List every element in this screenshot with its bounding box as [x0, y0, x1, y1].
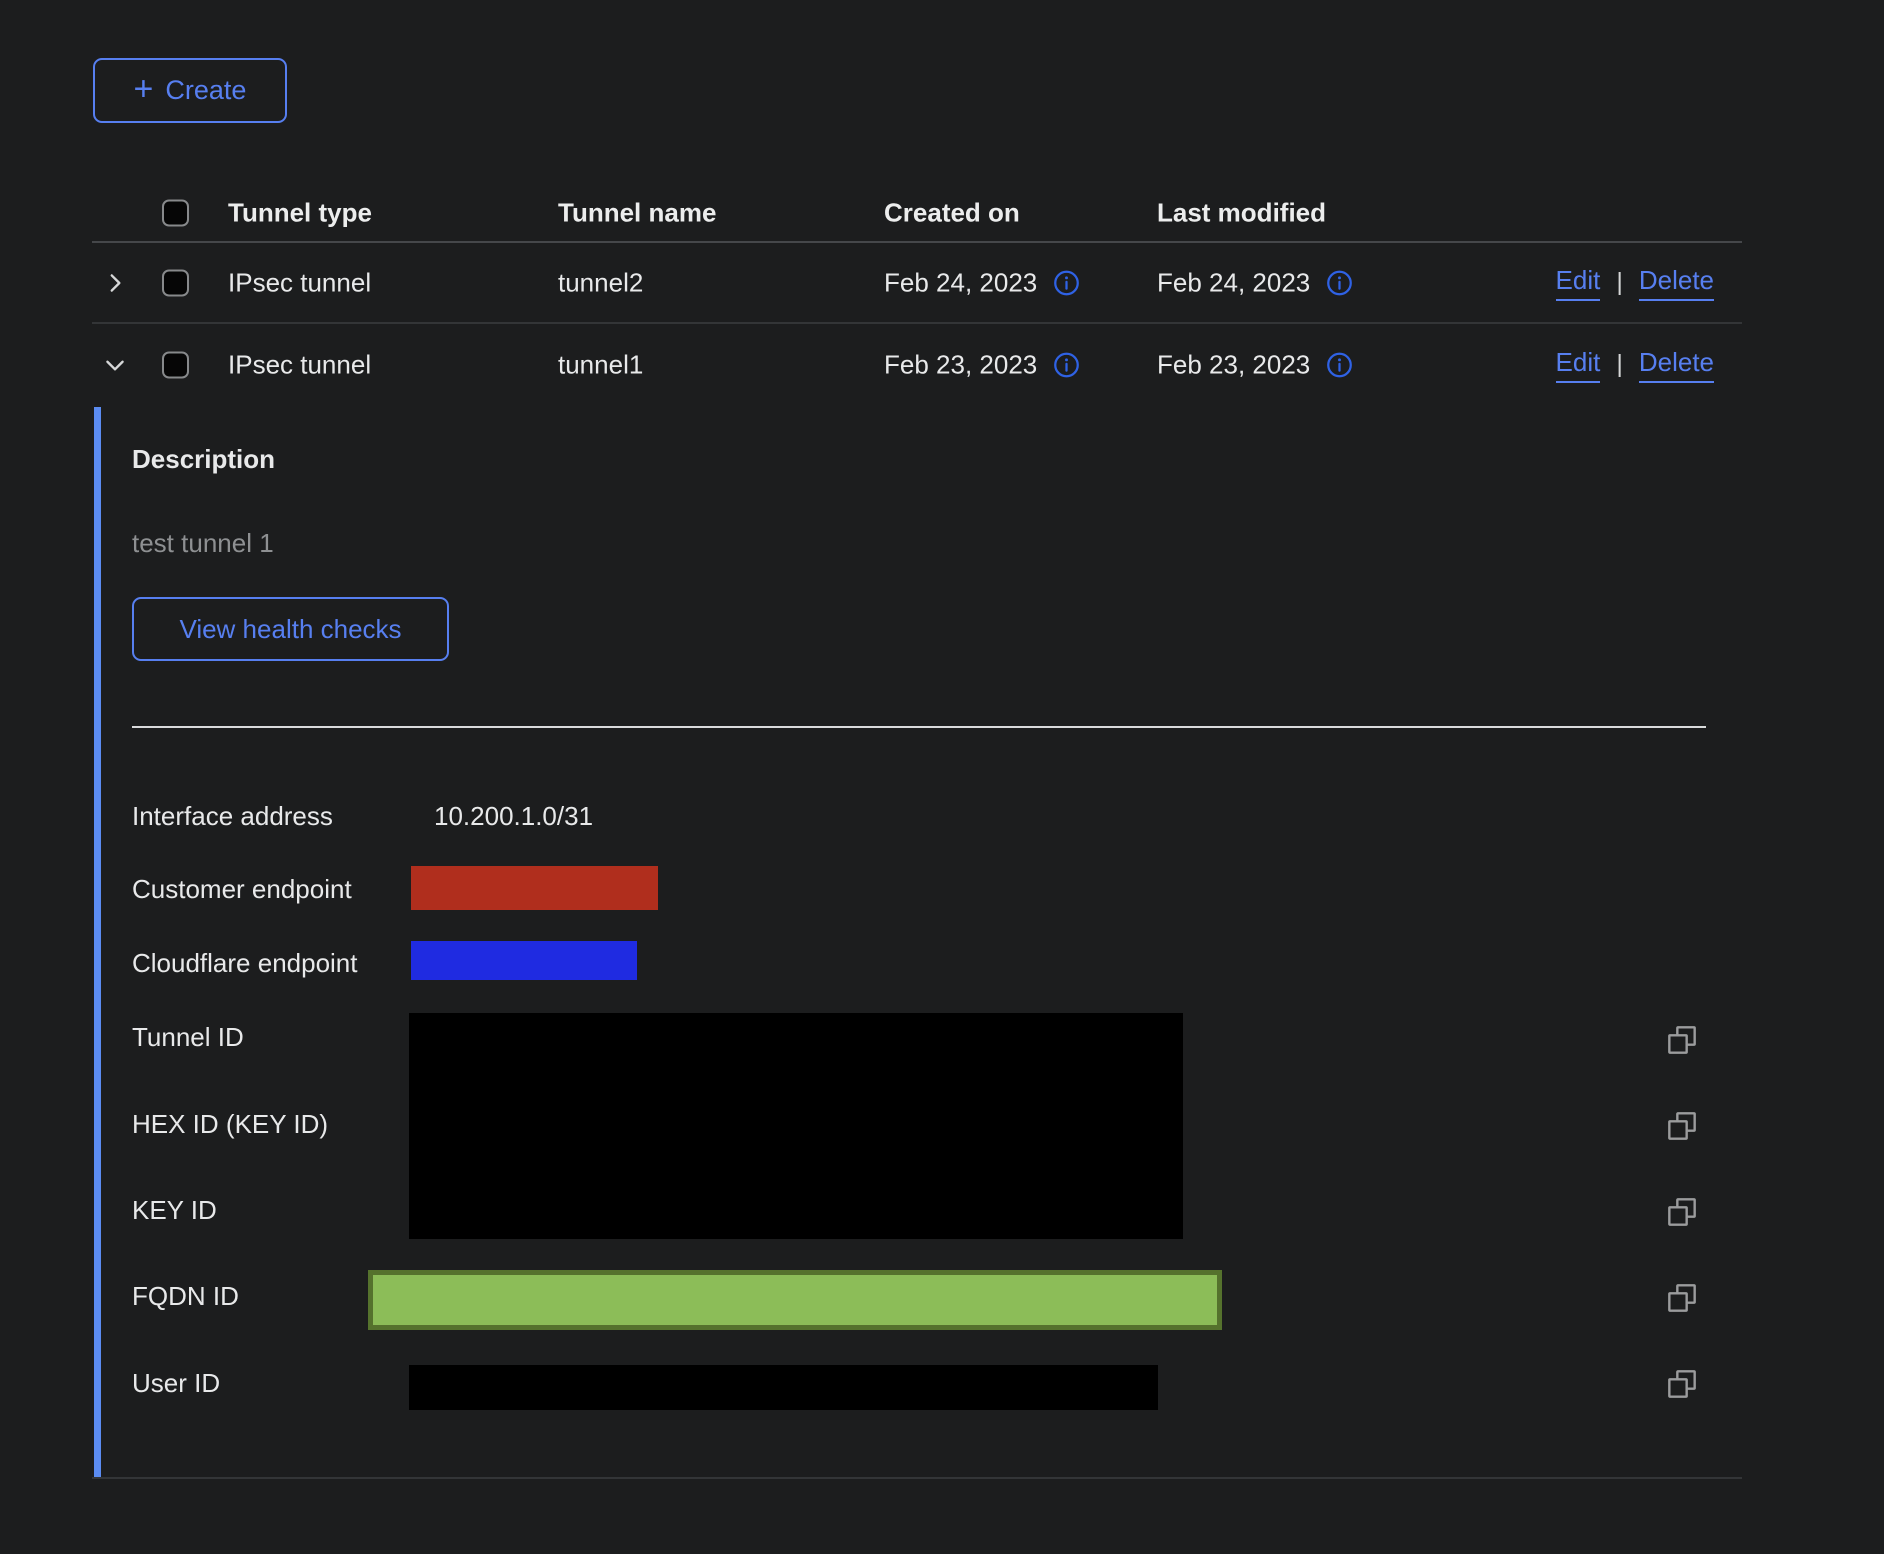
plus-icon: +	[134, 72, 154, 106]
copy-icon[interactable]	[1664, 1022, 1700, 1058]
expanded-row-indicator-bar	[94, 407, 101, 1478]
tunnel-name-cell: tunnel1	[558, 349, 643, 380]
cloudflare-endpoint-label: Cloudflare endpoint	[132, 948, 358, 979]
customer-endpoint-label: Customer endpoint	[132, 874, 352, 905]
col-header-tunnel-name: Tunnel name	[558, 198, 716, 229]
col-header-tunnel-type: Tunnel type	[228, 198, 372, 229]
col-header-last-modified: Last modified	[1157, 198, 1326, 229]
copy-icon[interactable]	[1664, 1280, 1700, 1316]
key-id-label: KEY ID	[132, 1195, 217, 1226]
copy-icon[interactable]	[1664, 1108, 1700, 1144]
table-row: IPsec tunnel tunnel1 Feb 23, 2023 Feb 23…	[92, 324, 1742, 405]
last-modified-cell: Feb 23, 2023	[1157, 349, 1310, 380]
last-modified-cell: Feb 24, 2023	[1157, 267, 1310, 298]
table-header-row: Tunnel type Tunnel name Created on Last …	[92, 185, 1742, 243]
section-divider	[132, 726, 1706, 728]
copy-icon[interactable]	[1664, 1194, 1700, 1230]
description-label: Description	[132, 444, 275, 475]
col-header-created-on: Created on	[884, 198, 1020, 229]
tunnel-type-cell: IPsec tunnel	[228, 267, 371, 298]
chevron-down-icon[interactable]	[98, 348, 132, 382]
fqdn-id-label: FQDN ID	[132, 1281, 239, 1312]
copy-icon[interactable]	[1664, 1366, 1700, 1402]
ids-redacted-value	[409, 1013, 1183, 1239]
create-button[interactable]: + Create	[93, 58, 287, 123]
edit-link[interactable]: Edit	[1556, 265, 1601, 301]
fqdn-id-redacted-value	[368, 1270, 1222, 1330]
info-icon[interactable]	[1053, 269, 1080, 296]
view-health-checks-button[interactable]: View health checks	[132, 597, 449, 661]
info-icon[interactable]	[1053, 351, 1080, 378]
description-value: test tunnel 1	[132, 528, 274, 559]
user-id-label: User ID	[132, 1368, 220, 1399]
delete-link[interactable]: Delete	[1639, 265, 1714, 301]
interface-address-label: Interface address	[132, 801, 333, 832]
tunnel-type-cell: IPsec tunnel	[228, 349, 371, 380]
customer-endpoint-redacted-value	[411, 866, 658, 910]
tunnel-id-label: Tunnel ID	[132, 1022, 244, 1053]
row-checkbox[interactable]	[162, 269, 189, 296]
created-on-cell: Feb 24, 2023	[884, 267, 1037, 298]
interface-address-value: 10.200.1.0/31	[434, 801, 593, 832]
chevron-right-icon[interactable]	[98, 266, 132, 300]
action-separator: |	[1616, 268, 1623, 297]
table-row: IPsec tunnel tunnel2 Feb 24, 2023 Feb 24…	[92, 243, 1742, 324]
delete-link[interactable]: Delete	[1639, 347, 1714, 383]
tunnel-name-cell: tunnel2	[558, 267, 643, 298]
info-icon[interactable]	[1326, 269, 1353, 296]
tunnels-table: Tunnel type Tunnel name Created on Last …	[92, 185, 1742, 405]
user-id-redacted-value	[409, 1365, 1158, 1410]
edit-link[interactable]: Edit	[1556, 347, 1601, 383]
panel-bottom-divider	[92, 1477, 1742, 1479]
tunnels-page: + Create Tunnel type Tunnel name Created…	[0, 0, 1884, 1554]
created-on-cell: Feb 23, 2023	[884, 349, 1037, 380]
create-button-label: Create	[165, 75, 246, 106]
action-separator: |	[1616, 350, 1623, 379]
select-all-checkbox[interactable]	[162, 200, 189, 227]
cloudflare-endpoint-redacted-value	[411, 941, 637, 980]
hex-id-label: HEX ID (KEY ID)	[132, 1109, 328, 1140]
info-icon[interactable]	[1326, 351, 1353, 378]
row-checkbox[interactable]	[162, 351, 189, 378]
